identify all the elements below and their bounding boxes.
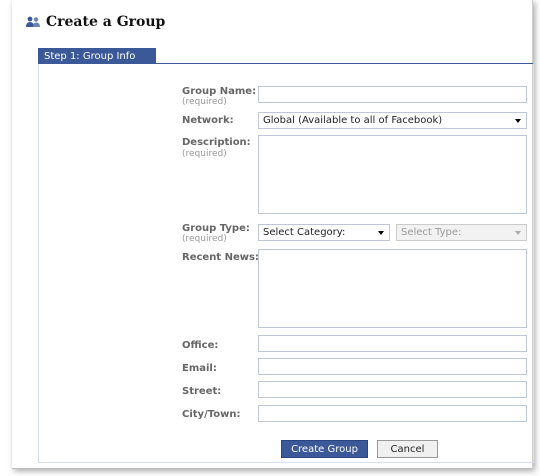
page-title: Create a Group <box>46 14 166 30</box>
city-town-label: City/Town: <box>182 409 241 420</box>
group-icon <box>26 16 40 28</box>
type-selected-value: Select Type: <box>401 227 462 238</box>
group-type-required-hint: (required) <box>182 234 227 244</box>
cancel-button[interactable]: Cancel <box>377 440 438 458</box>
recent-news-label: Recent News: <box>182 252 259 263</box>
recent-news-textarea[interactable] <box>258 249 527 328</box>
network-label: Network: <box>182 115 234 126</box>
street-input[interactable] <box>258 381 527 398</box>
create-group-button[interactable]: Create Group <box>281 440 368 458</box>
office-input[interactable] <box>258 335 527 352</box>
group-name-label: Group Name: <box>182 86 257 97</box>
city-town-input[interactable] <box>258 405 527 422</box>
group-type-label: Group Type: <box>182 223 250 234</box>
group-name-required-hint: (required) <box>182 97 227 107</box>
chevron-down-icon <box>515 231 521 235</box>
type-select[interactable]: Select Type: <box>396 224 527 241</box>
category-selected-value: Select Category: <box>263 227 346 238</box>
group-name-input[interactable] <box>258 86 527 103</box>
description-label: Description: <box>182 137 251 148</box>
page-header: Create a Group <box>26 12 165 32</box>
tab-step-1[interactable]: Step 1: Group Info <box>38 48 156 64</box>
chevron-down-icon <box>515 119 521 123</box>
description-textarea[interactable] <box>258 135 527 214</box>
description-required-hint: (required) <box>182 149 227 159</box>
email-input[interactable] <box>258 358 527 375</box>
network-select[interactable]: Global (Available to all of Facebook) <box>258 112 527 129</box>
street-label: Street: <box>182 386 222 397</box>
network-selected-value: Global (Available to all of Facebook) <box>263 115 443 126</box>
category-select[interactable]: Select Category: <box>258 224 390 241</box>
chevron-down-icon <box>378 231 384 235</box>
email-label: Email: <box>182 363 217 374</box>
office-label: Office: <box>182 340 219 351</box>
